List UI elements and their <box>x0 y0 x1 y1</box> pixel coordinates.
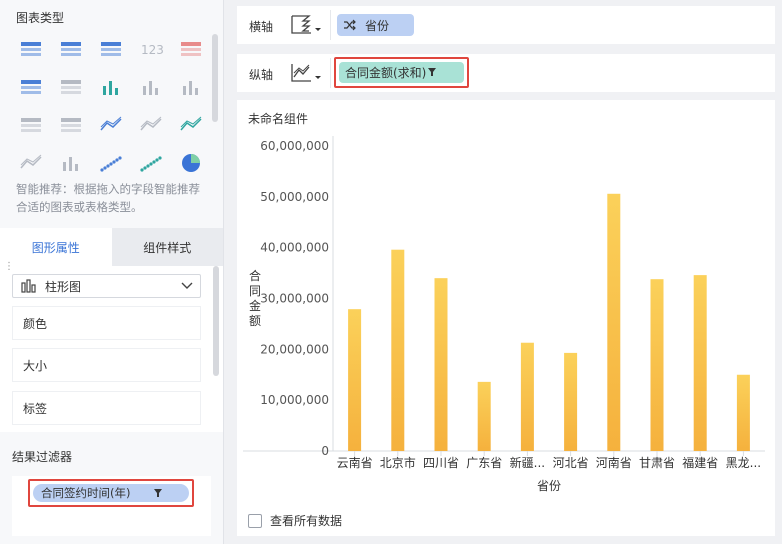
y-tick-label: 60,000,000 <box>260 139 329 153</box>
chart-type-select-value: 柱形图 <box>45 279 82 294</box>
show-all-data-checkbox[interactable]: 查看所有数据 <box>248 512 342 529</box>
map-icon[interactable] <box>58 76 84 98</box>
y-tick-label: 10,000,000 <box>260 393 329 407</box>
bar-2 <box>434 278 448 451</box>
bar-6 <box>607 193 621 451</box>
bar-0 <box>348 309 362 451</box>
bar-small-icon[interactable] <box>58 152 84 174</box>
waterfall-icon[interactable] <box>58 114 84 136</box>
x-tick-label: 广东省 <box>466 456 502 470</box>
bar-3 <box>477 381 491 451</box>
x-tick-label: 黑龙... <box>726 456 761 470</box>
y-axis-field-label: 合同金额(求和) <box>345 66 427 80</box>
bubble-icon[interactable] <box>138 152 164 174</box>
y-pill-highlight: 合同金额(求和) <box>334 57 469 88</box>
filter-funnel-icon[interactable] <box>153 488 163 498</box>
prop-label[interactable]: 标签 <box>12 391 201 425</box>
tab-component-style[interactable]: 组件样式 <box>111 228 223 266</box>
radar-icon[interactable] <box>178 114 204 136</box>
filter-field-label: 合同签约时间(年) <box>41 486 131 500</box>
y-tick-label: 20,000,000 <box>260 342 329 356</box>
bar-9 <box>736 374 750 451</box>
y-tick-label: 0 <box>321 444 329 458</box>
x-tick-label: 甘肃省 <box>639 456 675 470</box>
result-filter-title: 结果过滤器 <box>12 450 73 464</box>
show-all-data-label: 查看所有数据 <box>270 514 343 528</box>
y-axis-field-pill[interactable]: 合同金额(求和) <box>339 62 464 83</box>
cross-table-icon[interactable] <box>58 38 84 60</box>
chart-types-title: 图表类型 <box>16 11 65 25</box>
bar-7 <box>650 279 664 451</box>
x-axis-type-icon[interactable] <box>289 12 325 38</box>
chevron-down-icon <box>181 282 193 289</box>
chart-type-select[interactable]: 柱形图 <box>12 274 201 298</box>
pie-icon[interactable] <box>178 152 204 174</box>
stacked-bar-icon[interactable] <box>98 76 124 98</box>
chart-types-scrollbar[interactable] <box>212 34 218 122</box>
prop-color[interactable]: 颜色 <box>12 306 201 340</box>
bar-icon[interactable] <box>138 76 164 98</box>
multi-line-icon[interactable] <box>98 114 124 136</box>
x-tick-label: 北京市 <box>380 455 416 470</box>
filter-pill-highlight: 合同签约时间(年) <box>28 479 194 507</box>
x-axis-label: 横轴 <box>249 20 274 34</box>
property-tabs: 图形属性 组件样式 <box>0 228 223 266</box>
column-chart-icon <box>21 279 36 293</box>
heatmap-icon[interactable] <box>18 114 44 136</box>
y-axis-label: 纵轴 <box>249 68 274 82</box>
left-panel: 图表类型 123 智能推荐：根据拖入的字段智能推荐合适的图表或表格类型。 图形属… <box>0 0 224 544</box>
shelf-divider <box>330 10 331 40</box>
shelf-divider <box>330 58 331 88</box>
y-axis-title: 合同金额 <box>249 268 261 328</box>
x-axis-title: 省份 <box>537 479 561 493</box>
y-tick-label: 30,000,000 <box>260 292 329 306</box>
x-tick-label: 河南省 <box>596 455 632 470</box>
table-icon[interactable] <box>18 38 44 60</box>
grouped-table-icon[interactable] <box>178 38 204 60</box>
x-tick-label: 福建省 <box>682 455 718 470</box>
y-tick-label: 40,000,000 <box>260 241 329 255</box>
kpi-icon[interactable]: 123 <box>138 38 164 60</box>
x-tick-label: 新疆... <box>510 455 545 470</box>
drag-handle-icon[interactable]: ⋮ <box>4 262 14 272</box>
bar-5 <box>564 352 578 451</box>
bar-1 <box>391 249 405 451</box>
y-tick-label: 50,000,000 <box>260 190 329 204</box>
bar-8 <box>693 275 707 451</box>
checkbox-box[interactable] <box>248 513 262 528</box>
bar-chart: 60,000,000 50,000,000 40,000,000 30,000,000… <box>243 136 765 493</box>
x-tick-label: 云南省 <box>337 455 373 470</box>
filter-field-pill[interactable]: 合同签约时间(年) <box>33 484 189 502</box>
y-axis-shelf: 纵轴 合同金额(求和) <box>237 54 775 92</box>
line-icon[interactable] <box>138 114 164 136</box>
shuffle-icon <box>344 19 356 31</box>
y-axis-type-icon[interactable] <box>289 60 325 86</box>
tab-graph-properties[interactable]: 图形属性 <box>0 228 112 266</box>
properties-scrollbar[interactable] <box>213 266 219 376</box>
bar-4 <box>520 342 534 451</box>
detail-table-icon[interactable] <box>98 38 124 60</box>
scatter-icon[interactable] <box>98 152 124 174</box>
area-icon[interactable] <box>18 152 44 174</box>
filter-funnel-icon[interactable] <box>427 67 437 77</box>
svg-text:123: 123 <box>141 43 163 57</box>
smart-recommend-hint: 智能推荐：根据拖入的字段智能推荐合适的图表或表格类型。 <box>16 182 200 214</box>
x-axis-shelf: 横轴 省份 <box>237 6 775 44</box>
prop-size[interactable]: 大小 <box>12 348 201 382</box>
x-axis-field-pill[interactable]: 省份 <box>337 14 414 36</box>
chart-widget: 未命名组件 60,000,000 50,000,000 40,000,000 30,0… <box>237 100 775 536</box>
x-tick-label: 四川省 <box>423 456 459 470</box>
x-axis-field-label: 省份 <box>365 18 390 33</box>
card-icon[interactable] <box>18 76 44 98</box>
x-tick-label: 河北省 <box>553 456 589 470</box>
column-icon[interactable] <box>178 76 204 98</box>
